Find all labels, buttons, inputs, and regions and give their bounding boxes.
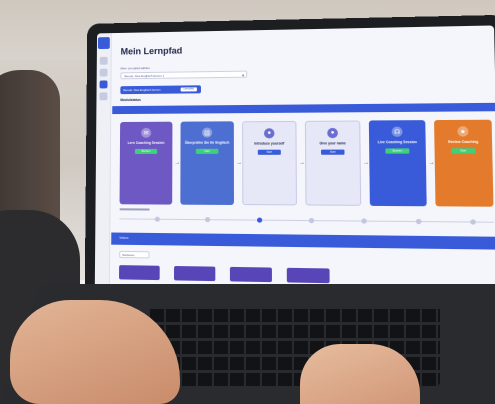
selector-label: Mein Lernpfad wählen bbox=[121, 66, 151, 70]
section-heading: Modulstatus bbox=[120, 98, 141, 102]
card-button[interactable]: Start bbox=[321, 150, 345, 155]
page-title: Mein Lernpfad bbox=[121, 46, 183, 57]
card-title: Introduce yourself bbox=[246, 141, 292, 145]
star-icon: ★ bbox=[457, 126, 468, 137]
progress-timeline bbox=[119, 214, 494, 228]
timeline-step[interactable] bbox=[309, 218, 314, 223]
active-path-chip[interactable]: Berufe: Das Englisch lernen Lernpfad bbox=[120, 85, 201, 94]
video-tile[interactable] bbox=[287, 268, 330, 283]
laptop-lid: Mein Lernpfad Mein Lernpfad wählen Beruf… bbox=[85, 15, 495, 313]
select-value: Berufe: Das Englisch lernen 1 bbox=[124, 74, 164, 79]
module-card[interactable]: ▤ Überprüfen Sie Ihr Englisch Start bbox=[180, 121, 234, 205]
sidebar-item-home-icon[interactable] bbox=[100, 57, 108, 65]
video-tile[interactable] bbox=[119, 265, 160, 280]
module-card[interactable]: ☊ Live Coaching Session Buchen bbox=[369, 120, 427, 206]
card-button[interactable]: Buchen bbox=[135, 149, 157, 154]
section-bar bbox=[112, 103, 495, 114]
sidebar-item-learning-path-icon[interactable] bbox=[100, 80, 108, 88]
chip-label: Berufe: Das Englisch lernen bbox=[123, 88, 160, 92]
main-content: Mein Lernpfad Mein Lernpfad wählen Beruf… bbox=[111, 25, 495, 297]
timeline-step-current[interactable] bbox=[257, 218, 262, 223]
video-tile[interactable] bbox=[174, 266, 215, 281]
chevron-down-icon: ▾ bbox=[242, 72, 244, 79]
user-icon: ● bbox=[327, 128, 338, 138]
card-title: Überprüfen Sie Ihr Englisch bbox=[184, 141, 231, 145]
app-sidebar bbox=[95, 33, 112, 289]
card-button[interactable]: Start bbox=[196, 149, 219, 154]
card-title: Give your name bbox=[309, 141, 356, 145]
photo-scene: Mein Lernpfad Mein Lernpfad wählen Beruf… bbox=[0, 0, 495, 404]
laptop-screen: Mein Lernpfad Mein Lernpfad wählen Beruf… bbox=[95, 25, 495, 297]
chat-icon: ✉ bbox=[141, 128, 151, 138]
module-card[interactable]: ✉ Lern Coaching Session Buchen bbox=[120, 122, 173, 205]
module-card[interactable]: ● Give your name Start bbox=[305, 121, 361, 206]
timeline-line bbox=[119, 218, 493, 222]
video-tile[interactable] bbox=[230, 267, 272, 282]
learning-path-select[interactable]: Berufe: Das Englisch lernen 1 ▾ bbox=[120, 71, 247, 80]
chip-button[interactable]: Lernpfad bbox=[180, 87, 197, 91]
headset-icon: ☊ bbox=[392, 127, 403, 137]
module-card[interactable]: ● Introduce yourself Start bbox=[242, 121, 297, 206]
timeline-step[interactable] bbox=[470, 219, 476, 224]
book-icon: ▤ bbox=[202, 128, 212, 138]
card-button[interactable]: Buchen bbox=[385, 148, 409, 153]
card-title: Review Coaching bbox=[438, 140, 489, 144]
card-title: Lern Coaching Session bbox=[123, 141, 169, 145]
sort-select[interactable]: Sortieren bbox=[119, 251, 149, 259]
timeline-step[interactable] bbox=[362, 218, 367, 223]
sidebar-item-settings-icon[interactable] bbox=[99, 92, 107, 100]
sidebar-item-courses-icon[interactable] bbox=[100, 69, 108, 77]
user-icon: ● bbox=[264, 128, 274, 138]
videos-bar-label: Videos bbox=[119, 236, 128, 240]
timeline-step[interactable] bbox=[415, 219, 421, 224]
card-title: Live Coaching Session bbox=[372, 140, 422, 144]
card-button[interactable]: Start bbox=[451, 148, 476, 153]
videos-bar bbox=[111, 232, 495, 249]
card-button[interactable]: Start bbox=[258, 150, 281, 155]
module-card[interactable]: ★ Review Coaching Start bbox=[434, 120, 493, 207]
timeline-step[interactable] bbox=[155, 217, 160, 222]
horizontal-scrollbar[interactable] bbox=[120, 208, 150, 210]
app-logo-icon[interactable] bbox=[98, 37, 110, 49]
module-cards: ✉ Lern Coaching Session Buchen → ▤ Überp… bbox=[115, 120, 495, 218]
timeline-step[interactable] bbox=[205, 217, 210, 222]
